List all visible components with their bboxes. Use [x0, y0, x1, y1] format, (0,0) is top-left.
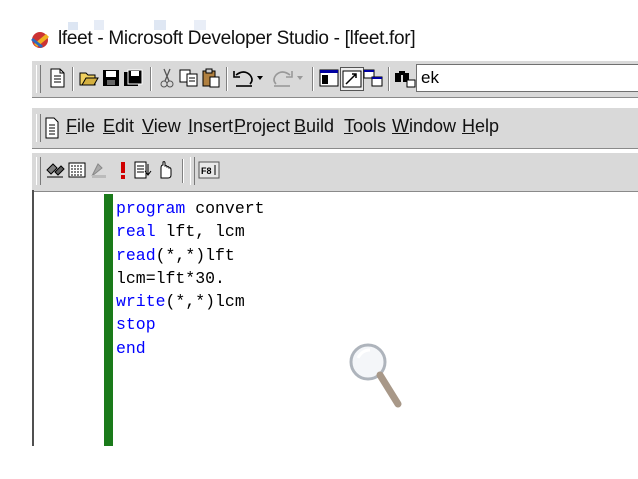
execute-icon[interactable] — [112, 159, 134, 181]
code-line[interactable]: end — [116, 337, 265, 360]
menubar-grip[interactable] — [36, 114, 41, 142]
menu-view[interactable]: View — [142, 116, 181, 137]
workspace-icon[interactable] — [318, 67, 340, 89]
debug-toolbar-grip[interactable] — [190, 157, 195, 185]
document-menu-icon[interactable] — [44, 117, 60, 139]
toolbar-grip[interactable] — [36, 65, 41, 93]
menu-tools[interactable]: Tools — [344, 116, 386, 137]
code-line[interactable]: real lft, lcm — [116, 220, 265, 243]
copy-icon[interactable] — [178, 67, 200, 89]
go-icon[interactable] — [154, 159, 176, 181]
cut-icon[interactable] — [156, 67, 178, 89]
find-combo-input[interactable]: ek — [416, 64, 638, 92]
stop-build-icon[interactable] — [88, 159, 110, 181]
menu-help[interactable]: Help — [462, 116, 499, 137]
menu-file[interactable]: File — [66, 116, 95, 137]
code-line[interactable]: read(*,*)lft — [116, 244, 265, 267]
editor-selection-margin[interactable] — [104, 194, 113, 446]
toggle-breakpoint-icon[interactable] — [132, 159, 154, 181]
output-window-icon[interactable] — [340, 67, 364, 91]
code-line[interactable]: lcm=lft*30. — [116, 267, 265, 290]
redo-icon[interactable] — [272, 67, 306, 89]
compile-icon[interactable] — [44, 159, 66, 181]
build-toolbar-grip[interactable] — [36, 157, 41, 185]
code-line[interactable]: stop — [116, 313, 265, 336]
menu-build[interactable]: Build — [294, 116, 334, 137]
f8-compile-icon[interactable]: F8 — [198, 159, 220, 181]
code-line[interactable]: program convert — [116, 197, 265, 220]
window-list-icon[interactable] — [362, 67, 384, 89]
title-bar: lfeet - Microsoft Developer Studio - [lf… — [0, 22, 638, 58]
developer-studio-app-icon — [31, 32, 49, 48]
menu-edit[interactable]: Edit — [103, 116, 134, 137]
new-document-icon[interactable] — [46, 67, 68, 89]
code-line[interactable]: write(*,*)lcm — [116, 290, 265, 313]
undo-icon[interactable] — [232, 67, 266, 89]
save-icon[interactable] — [100, 67, 122, 89]
window-title: lfeet - Microsoft Developer Studio - [lf… — [58, 28, 416, 49]
editor-left-border — [32, 190, 34, 446]
find-combo-value: ek — [421, 68, 439, 87]
f8-label: F8 — [201, 166, 212, 176]
build-toolbar: F8 — [32, 152, 638, 192]
standard-toolbar: ek — [32, 60, 638, 98]
save-all-icon[interactable] — [122, 67, 144, 89]
build-icon[interactable] — [66, 159, 88, 181]
menu-project[interactable]: Project — [234, 116, 290, 137]
open-folder-icon[interactable] — [78, 67, 100, 89]
find-in-files-icon[interactable] — [394, 67, 416, 89]
menu-window[interactable]: Window — [392, 116, 456, 137]
menu-insert[interactable]: Insert — [188, 116, 233, 137]
menu-bar: File Edit View Insert Project Build Tool… — [32, 107, 638, 149]
magnifier-icon — [349, 343, 402, 408]
code-editor[interactable]: program convert real lft, lcm read(*,*)l… — [116, 197, 265, 360]
paste-icon[interactable] — [200, 67, 222, 89]
